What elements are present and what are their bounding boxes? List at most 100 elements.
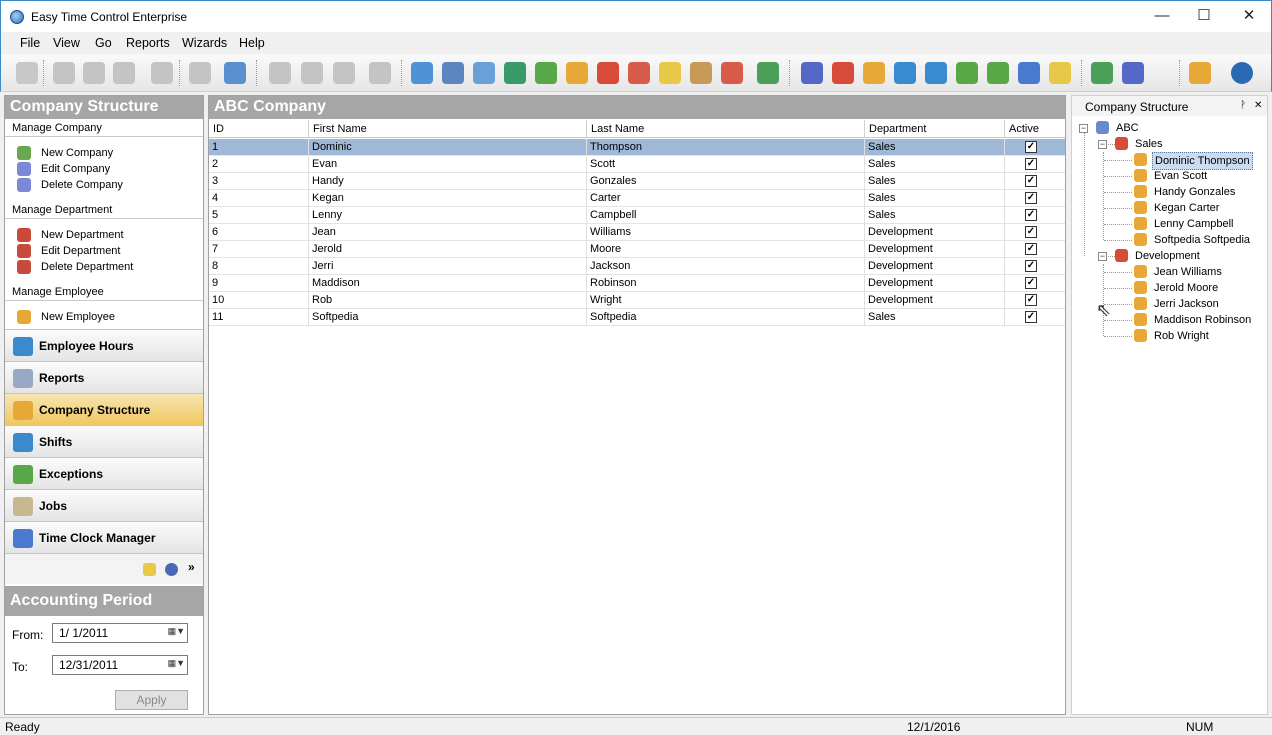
timeclock-icon[interactable] (1018, 62, 1040, 84)
calendar-dropdown-icon[interactable]: ▦▼ (163, 658, 185, 672)
nav-exceptions[interactable]: Exceptions (5, 457, 203, 489)
table-row[interactable]: 2 Evan Scott Sales ✓ (209, 156, 1065, 173)
exit-icon[interactable] (1189, 62, 1211, 84)
small-user-icon[interactable] (165, 563, 178, 576)
delete-icon[interactable] (113, 62, 135, 84)
help-icon[interactable] (628, 62, 650, 84)
schedule-icon[interactable] (925, 62, 947, 84)
table-row[interactable]: 3 Handy Gonzales Sales ✓ (209, 173, 1065, 190)
search-icon[interactable] (442, 62, 464, 84)
nav-jobs[interactable]: Jobs (5, 489, 203, 521)
menu-reports[interactable]: Reports (126, 36, 170, 50)
report-icon (13, 369, 33, 388)
nav-company-structure[interactable]: Company Structure (5, 393, 203, 425)
table-row[interactable]: 9 Maddison Robinson Development ✓ (209, 275, 1065, 292)
approve-icon[interactable] (504, 62, 526, 84)
menu-file[interactable]: File (20, 36, 40, 50)
active-checkbox[interactable]: ✓ (1025, 141, 1037, 153)
cell-first: Lenny (309, 207, 587, 224)
active-checkbox[interactable]: ✓ (1025, 311, 1037, 323)
status-bar: Ready 12/1/2016 NUM (0, 717, 1272, 735)
plugin-icon[interactable] (1091, 62, 1113, 84)
question-icon[interactable] (721, 62, 743, 84)
tree-connector (1104, 176, 1132, 177)
collapse-root-icon[interactable]: − (1079, 124, 1088, 133)
nav-reports[interactable]: Reports (5, 361, 203, 393)
person-icon[interactable] (863, 62, 885, 84)
to-date-picker[interactable]: 12/31/2011 ▦▼ (52, 655, 188, 675)
maximize-button[interactable]: ☐ (1181, 1, 1227, 32)
collapse-department-icon[interactable]: − (1098, 140, 1107, 149)
menu-view[interactable]: View (53, 36, 80, 50)
collapse-department-icon[interactable]: − (1098, 252, 1107, 261)
minimize-button[interactable]: — (1139, 1, 1185, 32)
from-date-picker[interactable]: 1/ 1/2011 ▦▼ (52, 623, 188, 643)
preview-icon[interactable] (369, 62, 391, 84)
alert-icon[interactable] (597, 62, 619, 84)
cell-active: ✓ (1005, 207, 1065, 224)
export-icon[interactable] (757, 62, 779, 84)
info-icon[interactable] (411, 62, 433, 84)
tools-icon[interactable] (1122, 62, 1144, 84)
cell-active: ✓ (1005, 258, 1065, 275)
table-row[interactable]: 1 Dominic Thompson Sales ✓ (209, 139, 1065, 156)
nav-more-button[interactable]: » (188, 560, 195, 574)
package-icon[interactable] (690, 62, 712, 84)
nav-time-clock-manager[interactable]: Time Clock Manager (5, 521, 203, 553)
job-icon[interactable] (956, 62, 978, 84)
menu-wizards[interactable]: Wizards (182, 36, 227, 50)
active-checkbox[interactable]: ✓ (1025, 192, 1037, 204)
column-header-id[interactable]: ID (209, 120, 309, 138)
report-icon[interactable] (333, 62, 355, 84)
table-row[interactable]: 11 Softpedia Softpedia Sales ✓ (209, 309, 1065, 326)
table-row[interactable]: 8 Jerri Jackson Development ✓ (209, 258, 1065, 275)
calendar-icon[interactable] (894, 62, 916, 84)
column-header-last-name[interactable]: Last Name (587, 120, 865, 138)
close-button[interactable]: ✕ (1226, 1, 1272, 32)
active-checkbox[interactable]: ✓ (1025, 226, 1037, 238)
refresh-icon[interactable] (16, 62, 38, 84)
menu-help[interactable]: Help (239, 36, 265, 50)
clock-icon[interactable] (151, 62, 173, 84)
star-icon[interactable] (659, 62, 681, 84)
active-checkbox[interactable]: ✓ (1025, 175, 1037, 187)
table-row[interactable]: 7 Jerold Moore Development ✓ (209, 241, 1065, 258)
pin-icon[interactable]: ᚹ (1240, 100, 1246, 111)
table-row[interactable]: 5 Lenny Campbell Sales ✓ (209, 207, 1065, 224)
column-header-first-name[interactable]: First Name (309, 120, 587, 138)
column-header-active[interactable]: Active (1005, 120, 1065, 138)
table-row[interactable]: 10 Rob Wright Development ✓ (209, 292, 1065, 309)
money-icon[interactable] (987, 62, 1009, 84)
add-icon[interactable] (53, 62, 75, 84)
building-icon[interactable] (801, 62, 823, 84)
calendar-dropdown-icon[interactable]: ▦▼ (163, 626, 185, 640)
window-title: Easy Time Control Enterprise (31, 10, 188, 24)
active-checkbox[interactable]: ✓ (1025, 277, 1037, 289)
nav-employee-hours[interactable]: Employee Hours (5, 329, 203, 361)
active-checkbox[interactable]: ✓ (1025, 260, 1037, 272)
table-row[interactable]: 4 Kegan Carter Sales ✓ (209, 190, 1065, 207)
check-user-icon[interactable] (535, 62, 557, 84)
active-checkbox[interactable]: ✓ (1025, 209, 1037, 221)
employee-icon[interactable] (566, 62, 588, 84)
active-checkbox[interactable]: ✓ (1025, 294, 1037, 306)
active-checkbox[interactable]: ✓ (1025, 243, 1037, 255)
active-checkbox[interactable]: ✓ (1025, 158, 1037, 170)
settings-icon[interactable] (1049, 62, 1071, 84)
menu-go[interactable]: Go (95, 36, 112, 50)
nav-shifts[interactable]: Shifts (5, 425, 203, 457)
user-search-icon[interactable] (473, 62, 495, 84)
close-pane-icon[interactable]: ✕ (1254, 100, 1262, 111)
document-icon[interactable] (301, 62, 323, 84)
edit-icon[interactable] (83, 62, 105, 84)
small-settings-icon[interactable] (143, 563, 156, 576)
save-icon[interactable] (224, 62, 246, 84)
web-icon[interactable] (1231, 62, 1253, 84)
print-icon[interactable] (269, 62, 291, 84)
table-row[interactable]: 6 Jean Williams Development ✓ (209, 224, 1065, 241)
cell-id: 3 (209, 173, 309, 190)
apply-button[interactable]: Apply (115, 690, 188, 710)
department-icon[interactable] (832, 62, 854, 84)
transfer-icon[interactable] (189, 62, 211, 84)
column-header-department[interactable]: Department (865, 120, 1005, 138)
